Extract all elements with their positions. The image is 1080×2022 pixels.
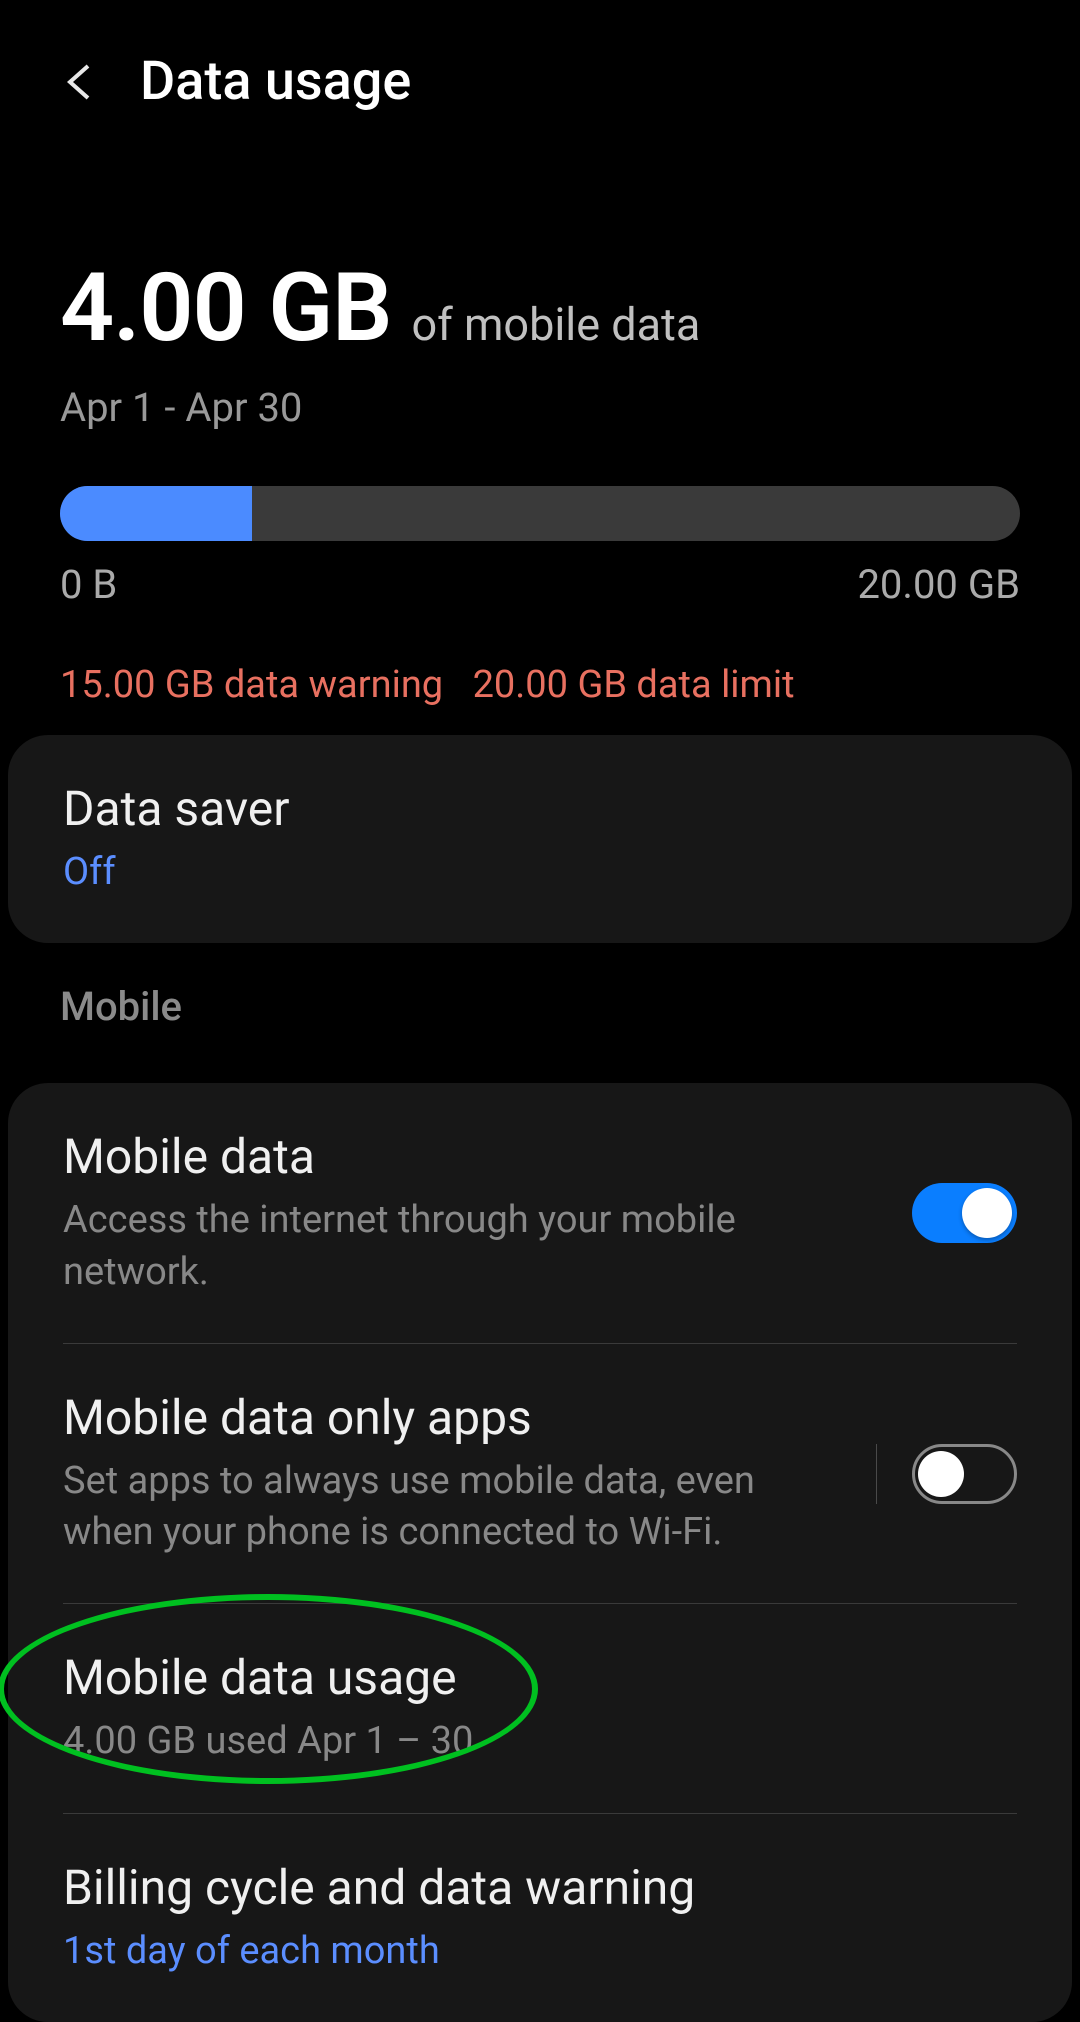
data-usage-summary: 4.00 GB of mobile data [60,253,1020,364]
section-label-mobile: Mobile [0,943,1080,1055]
data-warning-text: 15.00 GB data warning [60,663,443,707]
progress-max-label: 20.00 GB [857,561,1020,608]
mobile-data-only-apps-row[interactable]: Mobile data only apps Set apps to always… [8,1344,1072,1604]
mobile-only-apps-title: Mobile data only apps [63,1389,846,1446]
mobile-usage-subtitle: 4.00 GB used Apr 1 – 30 [63,1716,1017,1767]
mobile-only-apps-toggle[interactable] [912,1444,1017,1504]
mobile-data-subtitle: Access the internet through your mobile … [63,1195,882,1298]
mobile-data-title: Mobile data [63,1128,882,1185]
mobile-data-usage-row[interactable]: Mobile data usage 4.00 GB used Apr 1 – 3… [8,1604,1072,1812]
billing-cycle-row[interactable]: Billing cycle and data warning 1st day o… [8,1814,1072,2022]
vertical-divider [876,1444,877,1504]
data-limit-text: 20.00 GB data limit [473,663,795,707]
data-saver-status: Off [63,847,1017,898]
toggle-knob [918,1451,964,1497]
usage-amount: 4.00 GB [60,253,391,364]
date-range: Apr 1 - Apr 30 [60,384,1020,431]
progress-min-label: 0 B [60,561,117,608]
toggle-knob [962,1188,1012,1238]
data-saver-title: Data saver [63,780,1017,837]
usage-suffix: of mobile data [411,298,700,351]
page-title: Data usage [140,50,411,113]
mobile-data-toggle[interactable] [912,1183,1017,1243]
data-saver-card[interactable]: Data saver Off [8,735,1072,943]
billing-title: Billing cycle and data warning [63,1859,1017,1916]
usage-progress-fill [60,486,252,541]
usage-progress-bar [60,486,1020,541]
mobile-only-apps-subtitle: Set apps to always use mobile data, even… [63,1456,846,1559]
usage-warnings: 15.00 GB data warning 20.00 GB data limi… [60,663,1020,707]
billing-subtitle: 1st day of each month [63,1926,1017,1977]
mobile-usage-title: Mobile data usage [63,1649,1017,1706]
back-icon[interactable] [60,62,100,102]
mobile-data-row[interactable]: Mobile data Access the internet through … [8,1083,1072,1343]
